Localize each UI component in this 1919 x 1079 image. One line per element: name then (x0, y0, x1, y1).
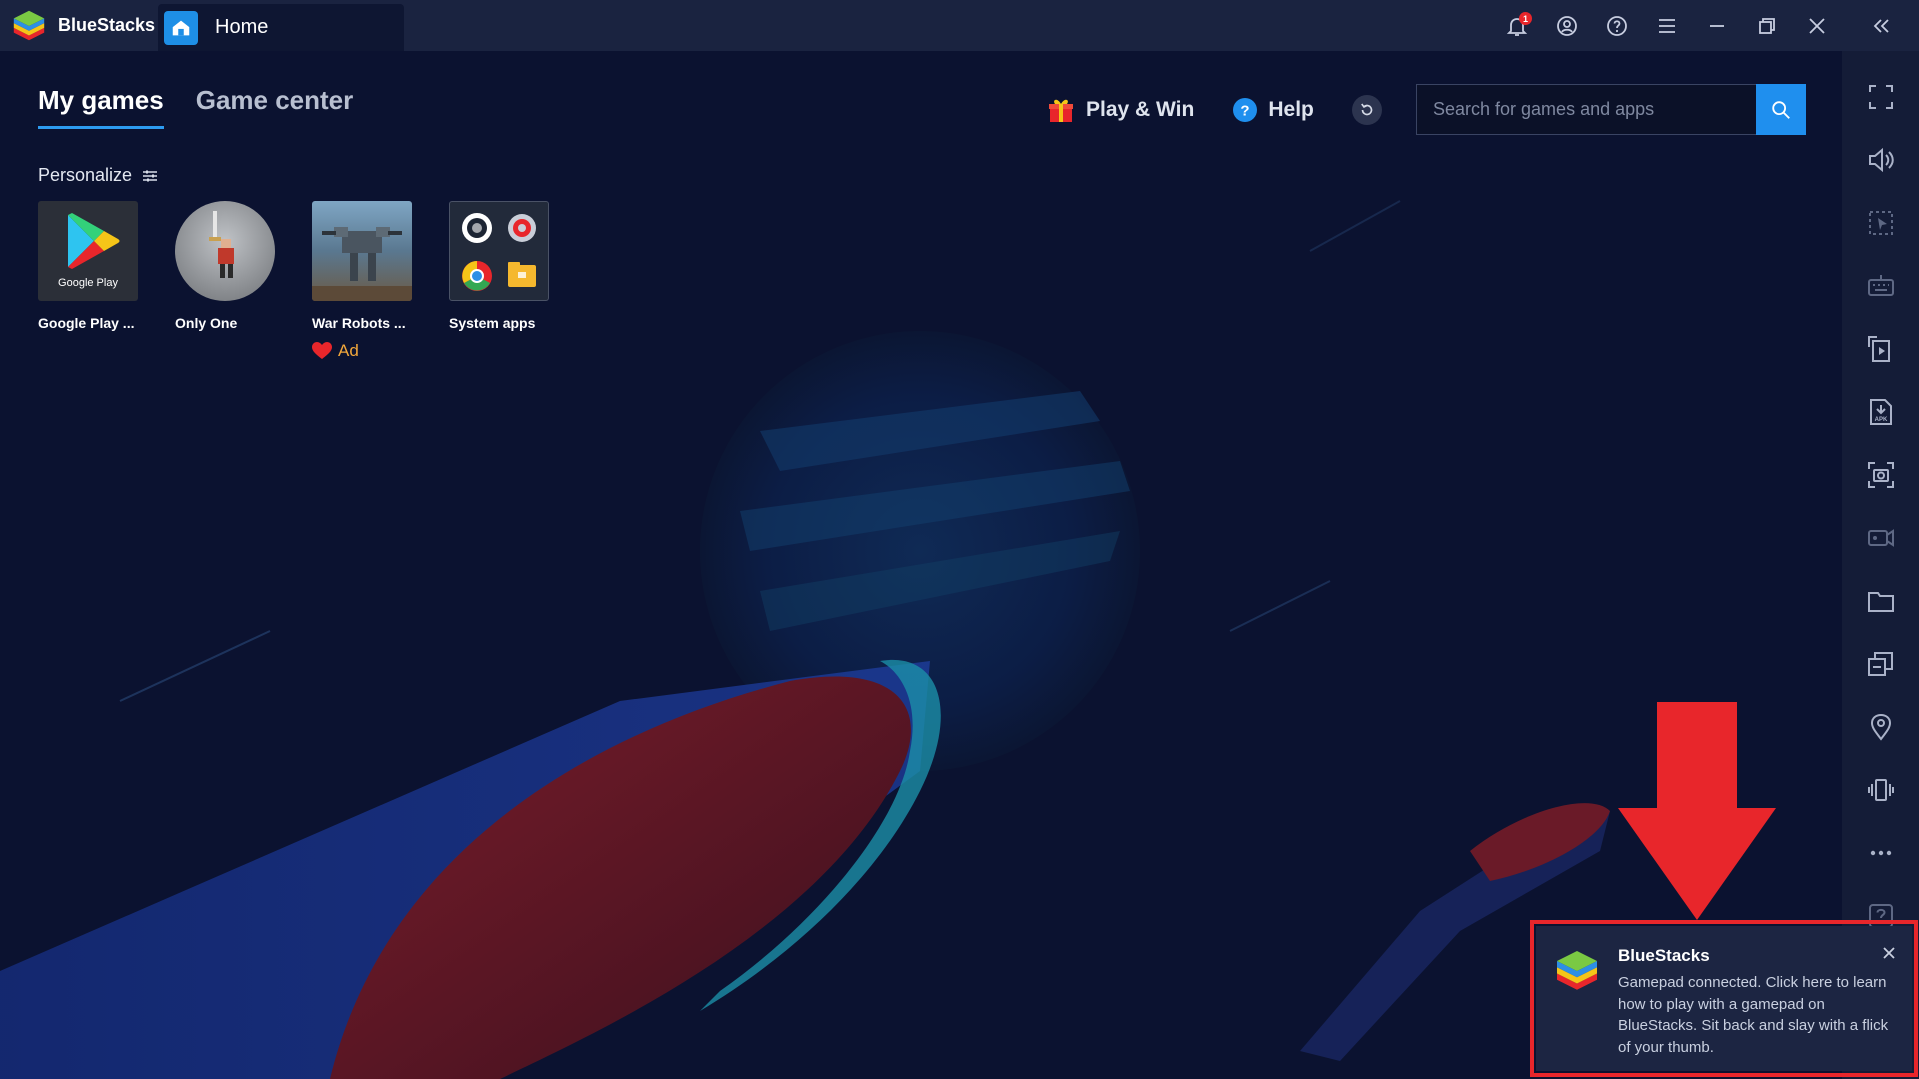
play-win-label: Play & Win (1086, 98, 1195, 121)
tab-home[interactable]: Home (158, 4, 404, 51)
robot-icon (312, 227, 412, 301)
only-one-thumbnail (175, 201, 275, 301)
notifications-button[interactable]: 1 (1492, 0, 1542, 51)
apk-icon: APK (1869, 398, 1892, 425)
search-bar (1416, 84, 1806, 135)
shake-icon (1867, 778, 1894, 801)
more-icon (1870, 850, 1891, 855)
restore-button[interactable] (1742, 0, 1792, 51)
svg-text:APK: APK (1874, 417, 1887, 423)
multi-instance-button[interactable] (1842, 632, 1919, 695)
gamepad-toast[interactable]: BlueStacks Gamepad connected. Click here… (1536, 926, 1912, 1071)
search-icon (1772, 100, 1790, 119)
google-play-thumb-caption: Google Play (58, 277, 118, 289)
notification-badge: 1 (1519, 12, 1532, 25)
game-tile-google-play[interactable]: Google Play Google Play ... (38, 201, 138, 361)
rotate-button[interactable] (1842, 317, 1919, 380)
collapse-sidebar-button[interactable] (1842, 0, 1919, 51)
brand: BlueStacks (0, 0, 158, 51)
pointer-button[interactable] (1842, 191, 1919, 254)
game-name: Google Play ... (38, 315, 135, 331)
game-tile-system-apps[interactable]: System apps (449, 201, 549, 361)
war-robots-thumbnail (312, 201, 412, 301)
minimize-button[interactable] (1692, 0, 1742, 51)
pointer-icon (1868, 210, 1893, 235)
install-apk-button[interactable]: APK (1842, 380, 1919, 443)
sliders-icon (143, 170, 158, 181)
gift-icon (1046, 95, 1076, 125)
toast-message: Gamepad connected. Click here to learn h… (1618, 974, 1889, 1056)
location-icon (1870, 713, 1891, 741)
personalize-label: Personalize (38, 165, 133, 185)
media-folder-button[interactable] (1842, 569, 1919, 632)
restore-icon (1759, 17, 1775, 34)
game-name: System apps (449, 315, 536, 331)
play-win-button[interactable]: Play & Win (1046, 95, 1194, 125)
refresh-button[interactable] (1351, 95, 1382, 125)
close-window-button[interactable] (1792, 0, 1842, 51)
home-icon (164, 10, 198, 45)
hamburger-icon (1659, 18, 1675, 33)
screenshot-icon (1867, 461, 1894, 488)
more-button[interactable] (1842, 821, 1919, 884)
screenshot-button[interactable] (1842, 443, 1919, 506)
minimize-icon (1710, 24, 1724, 27)
help-circle-icon: ? (1232, 97, 1258, 123)
volume-button[interactable] (1842, 128, 1919, 191)
record-button[interactable] (1842, 506, 1919, 569)
fullscreen-button[interactable] (1842, 65, 1919, 128)
header-actions: Play & Win ? Help (1046, 90, 1382, 130)
bluestacks-logo-icon (13, 10, 45, 40)
folder-icon (1867, 591, 1894, 612)
window-controls: 1 (1492, 0, 1919, 51)
account-icon (1557, 15, 1577, 36)
tab-home-label: Home (215, 16, 269, 38)
close-icon[interactable] (1880, 944, 1898, 962)
game-name: War Robots ... (312, 315, 406, 331)
record-icon (1867, 528, 1894, 547)
main-tabs: My games Game center (38, 85, 385, 129)
app-name: BlueStacks (58, 15, 156, 35)
tab-game-center[interactable]: Game center (196, 85, 354, 129)
keyboard-button[interactable] (1842, 254, 1919, 317)
title-bar: BlueStacks Home 1 (0, 0, 1919, 51)
question-icon (1607, 15, 1627, 36)
refresh-icon (1360, 103, 1373, 116)
search-button[interactable] (1756, 84, 1806, 135)
games-grid: Google Play Google Play ... Only One War… (38, 201, 586, 361)
system-apps-thumbnail (449, 201, 549, 301)
toast-title: BlueStacks (1618, 946, 1710, 965)
annotation-arrow (1618, 702, 1776, 920)
close-icon (1809, 17, 1825, 34)
bluestacks-logo-icon (1557, 951, 1597, 990)
shake-button[interactable] (1842, 758, 1919, 821)
ad-label: Ad (338, 341, 359, 360)
bluestacks-window: BlueStacks Home 1 My games Game center P… (0, 0, 1919, 1079)
help-label: Help (1268, 98, 1314, 121)
personalize-button[interactable]: Personalize (38, 165, 158, 186)
game-tile-war-robots[interactable]: War Robots ... Ad (312, 201, 412, 361)
volume-icon (1868, 147, 1894, 172)
location-button[interactable] (1842, 695, 1919, 758)
pixel-warrior-icon (209, 211, 234, 278)
heart-icon (312, 342, 332, 359)
google-play-thumbnail: Google Play (38, 201, 138, 301)
tab-my-games[interactable]: My games (38, 85, 164, 129)
ad-badge: Ad (312, 341, 412, 361)
game-tile-only-one[interactable]: Only One (175, 201, 275, 361)
help-title-button[interactable] (1592, 0, 1642, 51)
game-name: Only One (175, 315, 238, 331)
help-button[interactable]: ? Help (1232, 97, 1314, 123)
keyboard-icon (1867, 274, 1894, 296)
account-button[interactable] (1542, 0, 1592, 51)
svg-text:?: ? (1241, 103, 1250, 120)
multi-instance-icon (1867, 651, 1893, 676)
fullscreen-icon (1868, 84, 1893, 109)
search-input[interactable] (1416, 84, 1756, 135)
system-apps-icon (462, 213, 536, 291)
menu-button[interactable] (1642, 0, 1692, 51)
rotate-icon (1867, 335, 1890, 362)
double-chevron-left-icon (1873, 18, 1889, 33)
